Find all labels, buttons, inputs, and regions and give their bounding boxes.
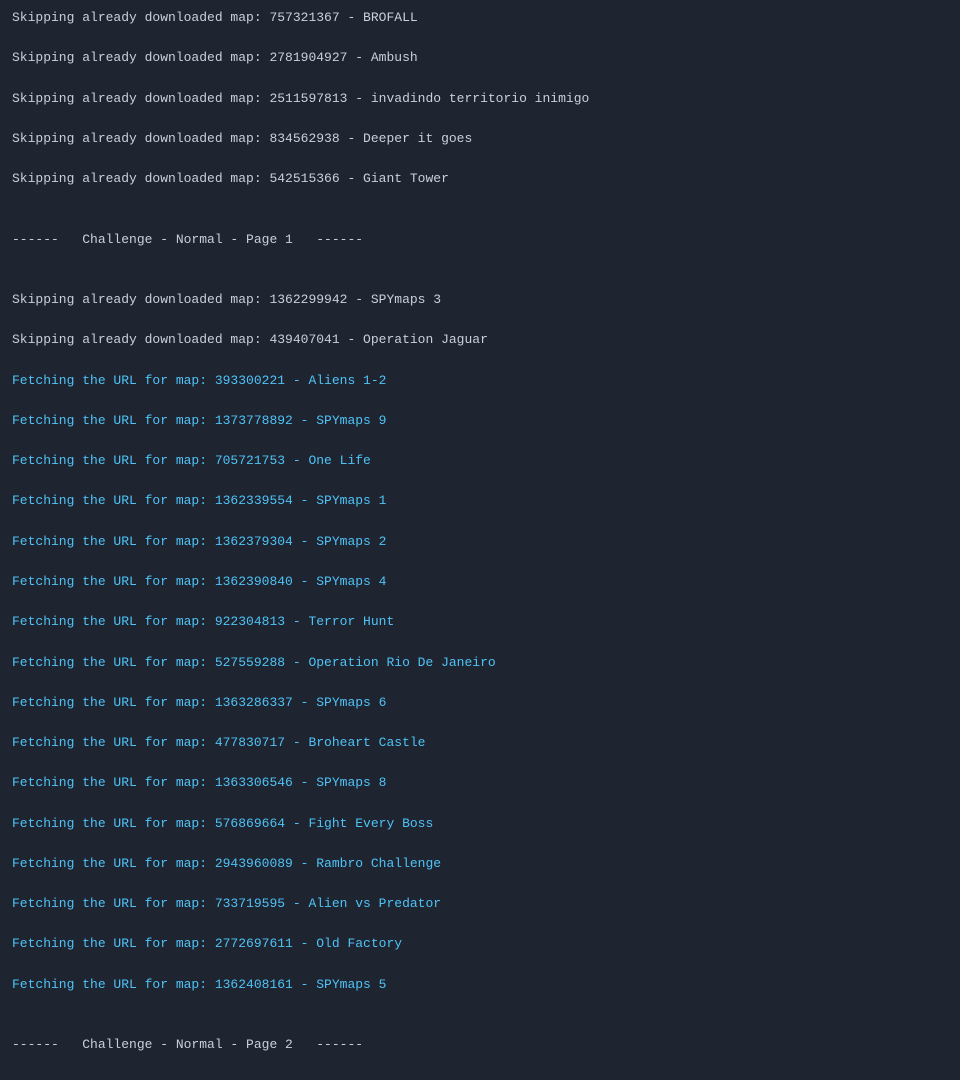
skip-line: Skipping already downloaded map: 8345629… — [12, 129, 948, 149]
fetch-line: Fetching the URL for map: 922304813 - Te… — [12, 612, 948, 632]
fetch-line: Fetching the URL for map: 1373778892 - S… — [12, 411, 948, 431]
fetch-line: Fetching the URL for map: 1362379304 - S… — [12, 532, 948, 552]
fetch-line: Fetching the URL for map: 477830717 - Br… — [12, 733, 948, 753]
skip-line: Skipping already downloaded map: 5425153… — [12, 169, 948, 189]
skip-line: Skipping already downloaded map: 2511597… — [12, 89, 948, 109]
fetch-line: Fetching the URL for map: 527559288 - Op… — [12, 653, 948, 673]
section-line: ------ Challenge - Normal - Page 1 -----… — [12, 230, 948, 250]
skip-line: Skipping already downloaded map: 1362299… — [12, 290, 948, 310]
fetch-line: Fetching the URL for map: 1363306546 - S… — [12, 773, 948, 793]
fetch-line: Fetching the URL for map: 705721753 - On… — [12, 451, 948, 471]
fetch-line: Fetching the URL for map: 2943960089 - R… — [12, 854, 948, 874]
empty-line — [12, 209, 948, 229]
fetch-line: Fetching the URL for map: 1362339554 - S… — [12, 491, 948, 511]
fetch-line: Fetching the URL for map: 576869664 - Fi… — [12, 814, 948, 834]
fetch-line: Fetching the URL for map: 1362390840 - S… — [12, 572, 948, 592]
section-line: ------ Challenge - Normal - Page 2 -----… — [12, 1035, 948, 1055]
skip-line: Skipping already downloaded map: 2781904… — [12, 48, 948, 68]
fetch-line: Fetching the URL for map: 2772697611 - O… — [12, 934, 948, 954]
terminal-output: Skipping already downloaded map: 7573213… — [12, 8, 948, 1080]
skip-line: Skipping already downloaded map: 4394070… — [12, 330, 948, 350]
fetch-line: Fetching the URL for map: 1363286337 - S… — [12, 693, 948, 713]
fetch-line: Fetching the URL for map: 733719595 - Al… — [12, 894, 948, 914]
empty-line — [12, 1075, 948, 1080]
fetch-line: Fetching the URL for map: 393300221 - Al… — [12, 371, 948, 391]
empty-line — [12, 1015, 948, 1035]
skip-line: Skipping already downloaded map: 7573213… — [12, 8, 948, 28]
empty-line — [12, 270, 948, 290]
fetch-line: Fetching the URL for map: 1362408161 - S… — [12, 975, 948, 995]
